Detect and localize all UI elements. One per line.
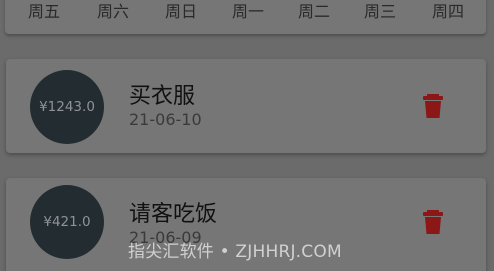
weekday-thu[interactable]: 周四 [432,0,464,22]
trash-icon [423,94,443,118]
weekday-fri[interactable]: 周五 [28,0,60,22]
record-title: 买衣服 [129,84,196,109]
weekday-header: 周五 周六 周日 周一 周二 周三 周四 [5,0,486,34]
amount-value: ¥421.0 [43,214,91,230]
amount-value: ¥1243.0 [39,99,95,115]
record-card[interactable]: ¥1243.0 买衣服 21-06-10 [6,59,486,153]
weekday-sat[interactable]: 周六 [97,0,129,22]
weekday-sun[interactable]: 周日 [165,0,197,22]
amount-badge: ¥421.0 [30,185,104,259]
record-date: 21-06-10 [129,110,202,129]
delete-button[interactable] [421,208,445,236]
delete-button[interactable] [421,92,445,120]
trash-icon [423,210,443,234]
app-screen: 周五 周六 周日 周一 周二 周三 周四 ¥1243.0 买衣服 21-06-1… [0,0,494,271]
weekday-wed[interactable]: 周三 [364,0,396,22]
amount-badge: ¥1243.0 [30,70,104,144]
record-title: 请客吃饭 [129,202,218,227]
watermark-text: 指尖汇软件 • ZJHHRJ.COM [128,242,342,262]
weekday-mon[interactable]: 周一 [232,0,264,22]
weekday-tue[interactable]: 周二 [298,0,330,22]
